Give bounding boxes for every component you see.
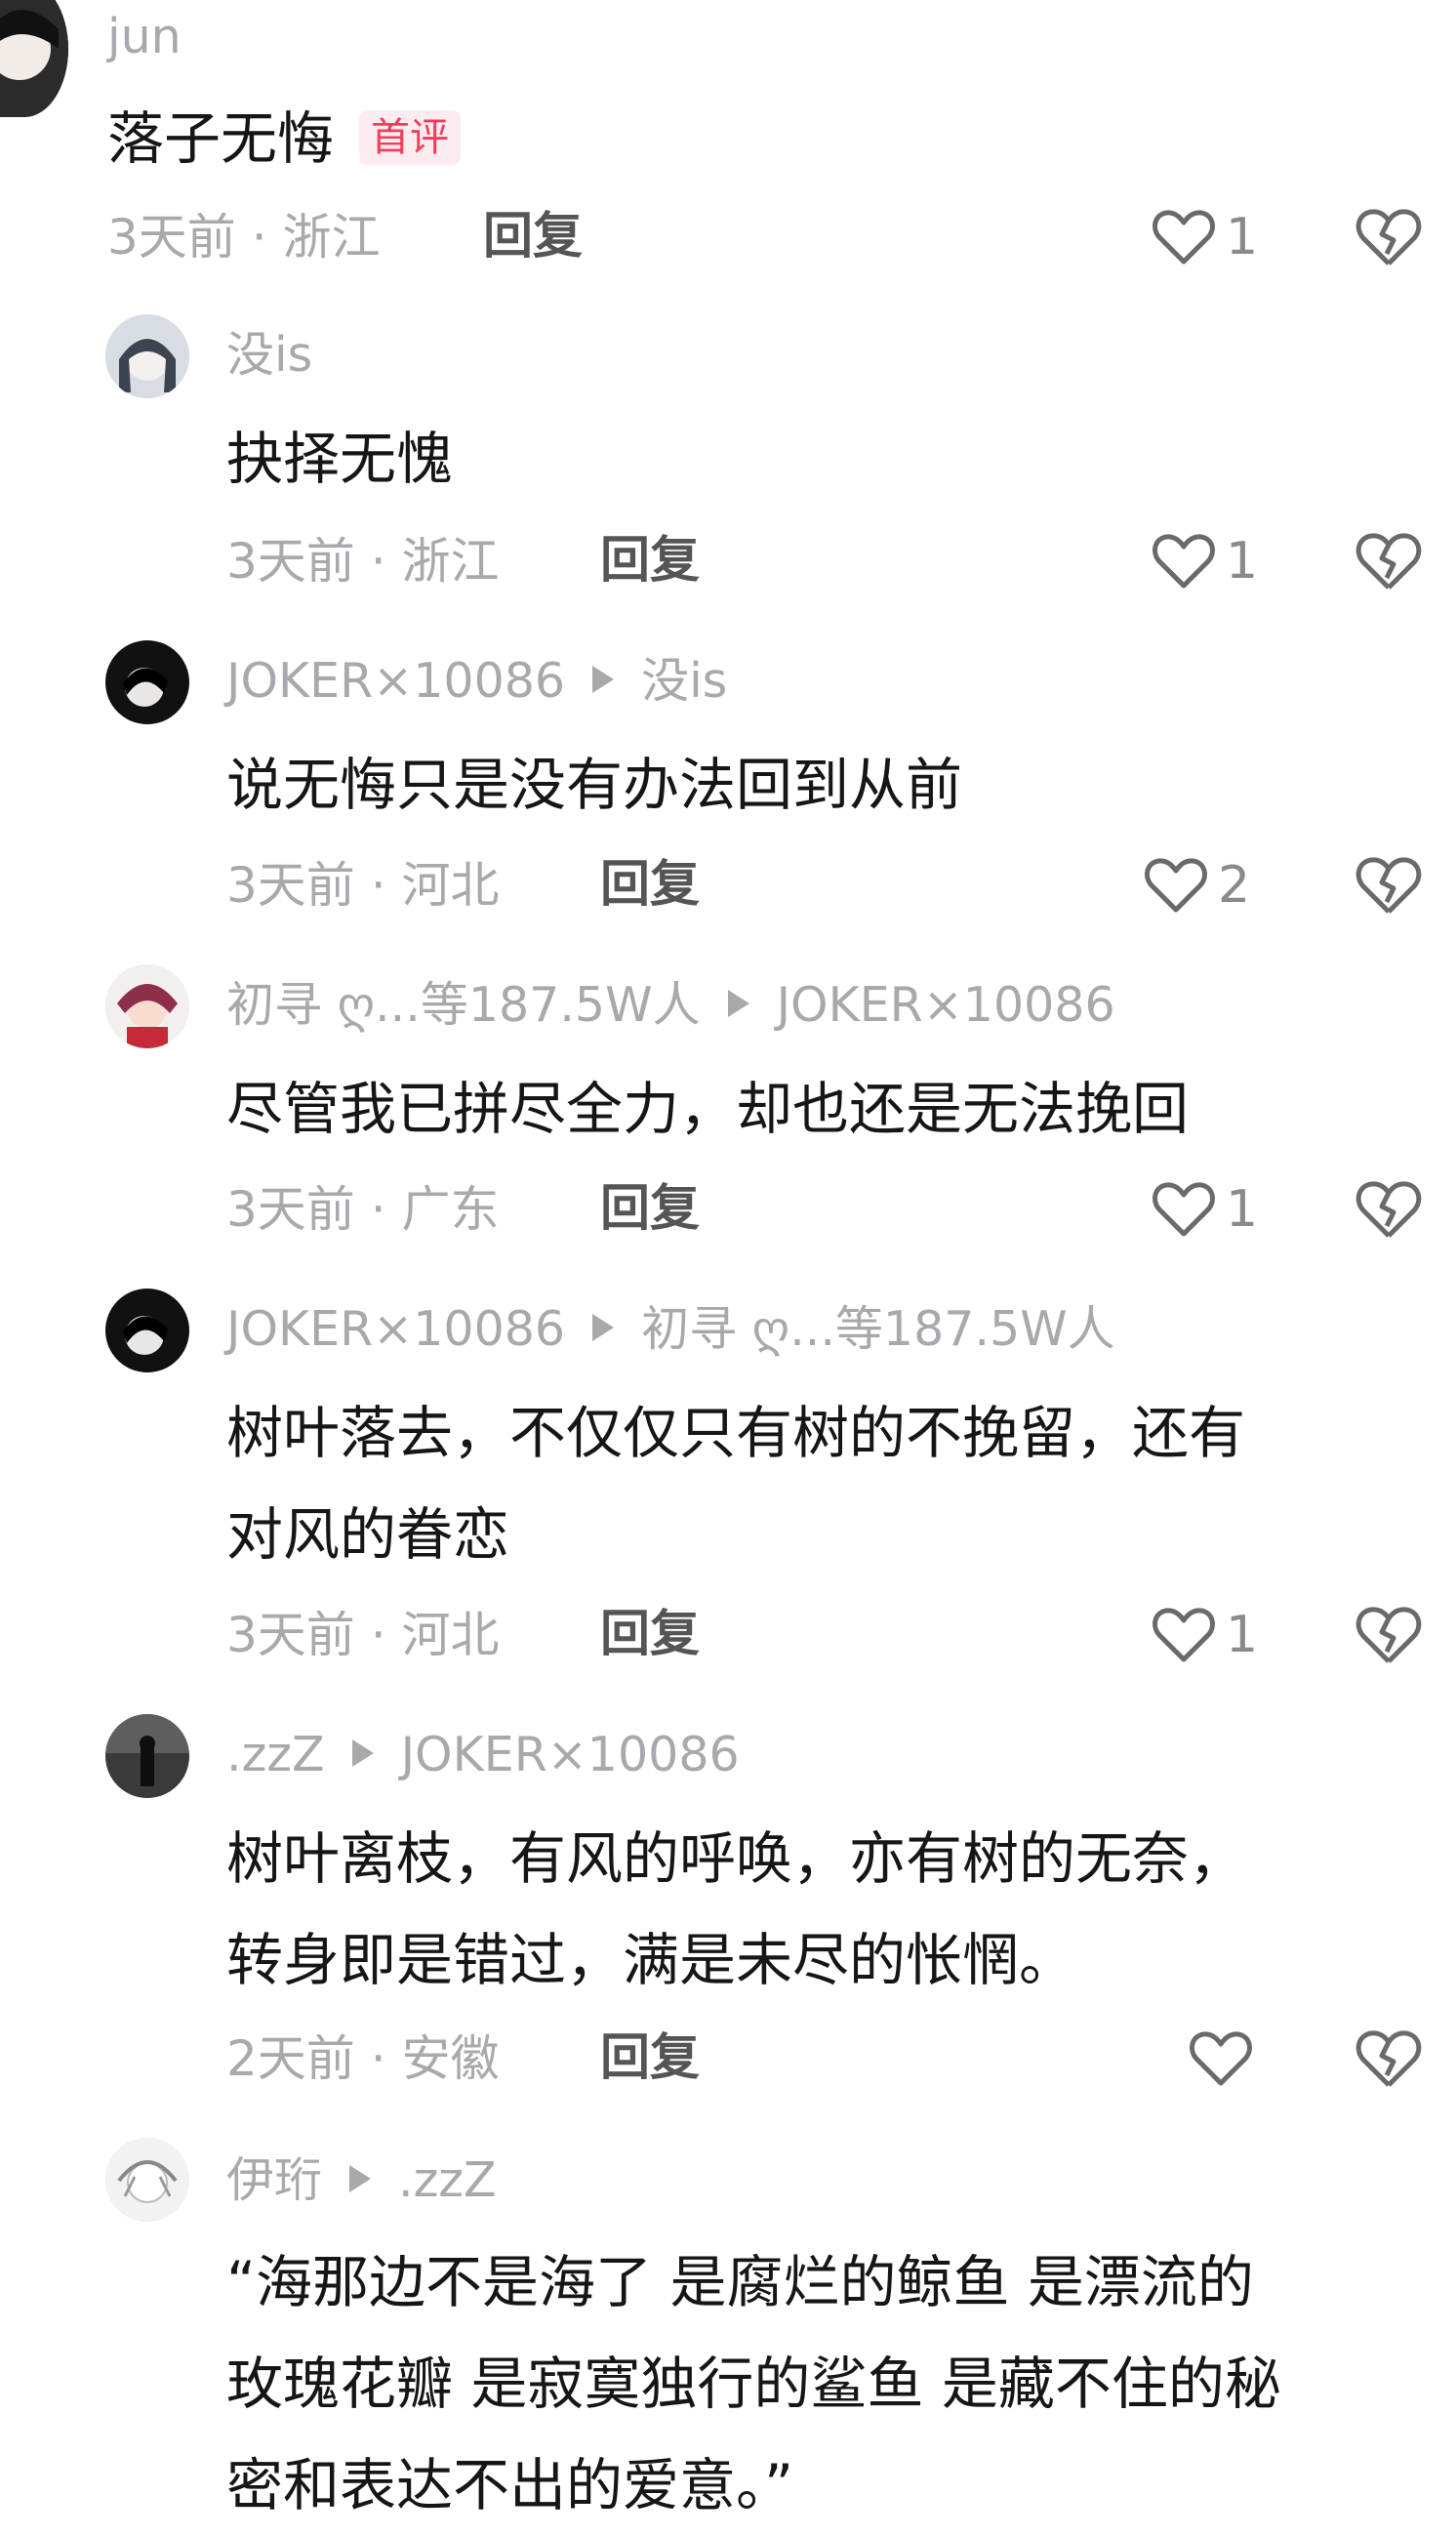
first-comment-badge: 首评 [359,110,462,165]
reply-to-username: JOKER×10086 [400,1727,740,1782]
time-location: 3天前 · 浙江 [226,533,500,590]
avatar[interactable] [105,1714,189,1798]
time-location: 3天前 · 浙江 [107,209,381,266]
heart-outline-icon [1153,1608,1215,1662]
like-button[interactable] [1189,2025,1263,2093]
avatar[interactable] [105,964,189,1048]
comment-text: 落子无悔 首评 [107,88,462,189]
comment-text-line: 转身即是错过，满是未尽的怅惘。 [226,1927,1076,1993]
reply-button[interactable]: 回复 [600,1175,700,1244]
reply-to-username: 没is [641,653,728,709]
heart-outline-icon [1153,534,1215,589]
reply-arrow-icon [592,1314,615,1341]
like-button[interactable]: 1 [1152,1601,1258,1669]
like-button[interactable]: 2 [1144,851,1250,920]
heart-outline-icon [1145,858,1207,913]
like-button[interactable]: 1 [1152,203,1258,271]
username[interactable]: .zzZ JOKER×10086 [226,1726,740,1784]
comment-text-line: 树叶落去，不仅仅只有树的不挽留，还有 [226,1400,1246,1466]
heart-outline-icon [1153,210,1215,265]
time-location: 3天前 · 广东 [226,1181,500,1238]
comment-text-line: 密和表达不出的爱意。” [226,2452,794,2518]
reply-arrow-icon [727,990,749,1017]
username[interactable]: 伊珩 .zzZ [226,2151,497,2210]
avatar[interactable] [105,2138,189,2222]
like-button[interactable]: 1 [1152,1175,1258,1244]
time-location: 3天前 · 河北 [226,857,500,914]
comment-text-line: 对风的眷恋 [226,1501,510,1568]
broken-heart-icon[interactable] [1355,2026,1423,2091]
reply-button[interactable]: 回复 [600,1601,700,1669]
username[interactable]: JOKER×10086 没is [226,652,727,711]
broken-heart-icon[interactable] [1355,529,1423,593]
broken-heart-icon[interactable] [1355,1177,1423,1242]
heart-outline-icon [1190,2031,1252,2086]
like-count: 1 [1226,1180,1259,1239]
avatar[interactable] [105,640,189,724]
reply-arrow-icon [349,2165,372,2192]
like-count: 1 [1226,208,1259,266]
reply-to-username: .zzZ [398,2152,497,2208]
reply-to-username: JOKER×10086 [776,977,1115,1033]
reply-button[interactable]: 回复 [600,527,700,595]
like-count: 2 [1218,856,1251,915]
comment-text-line: 树叶离枝，有风的呼唤，亦有树的无奈， [226,1825,1246,1892]
like-count: 1 [1226,1606,1259,1664]
broken-heart-icon[interactable] [1355,853,1423,918]
avatar[interactable] [105,1288,189,1372]
avatar[interactable] [0,0,68,117]
username[interactable]: 没is [226,326,312,385]
like-count: 1 [1226,532,1259,591]
comment-text: 尽管我已拼尽全力，却也还是无法挽回 [226,1076,1190,1142]
reply-arrow-icon [351,1739,374,1767]
reply-button[interactable]: 回复 [600,2025,700,2093]
comment-text: 说无悔只是没有办法回到从前 [226,752,963,818]
broken-heart-icon[interactable] [1355,205,1423,269]
reply-to-username: 初寻 ღ...等187.5W人 [641,1301,1115,1357]
heart-outline-icon [1153,1182,1215,1237]
username[interactable]: jun [107,8,182,66]
reply-button[interactable]: 回复 [483,203,583,271]
time-location: 3天前 · 河北 [226,1607,500,1663]
comment-text-line: “海那边不是海了 是腐烂的鲸鱼 是漂流的 [226,2249,1254,2315]
username[interactable]: JOKER×10086 初寻 ღ...等187.5W人 [226,1300,1115,1359]
avatar[interactable] [105,314,189,398]
reply-arrow-icon [592,666,615,693]
comment-text: 抉择无愧 [226,426,454,492]
like-button[interactable]: 1 [1152,527,1258,595]
time-location: 2天前 · 安徽 [226,2030,500,2087]
username[interactable]: 初寻 ღ...等187.5W人 JOKER×10086 [226,976,1115,1035]
comment-text-line: 玫瑰花瓣 是寂寞独行的鲨鱼 是藏不住的秘 [226,2351,1281,2417]
broken-heart-icon[interactable] [1355,1603,1423,1667]
reply-button[interactable]: 回复 [600,851,700,920]
